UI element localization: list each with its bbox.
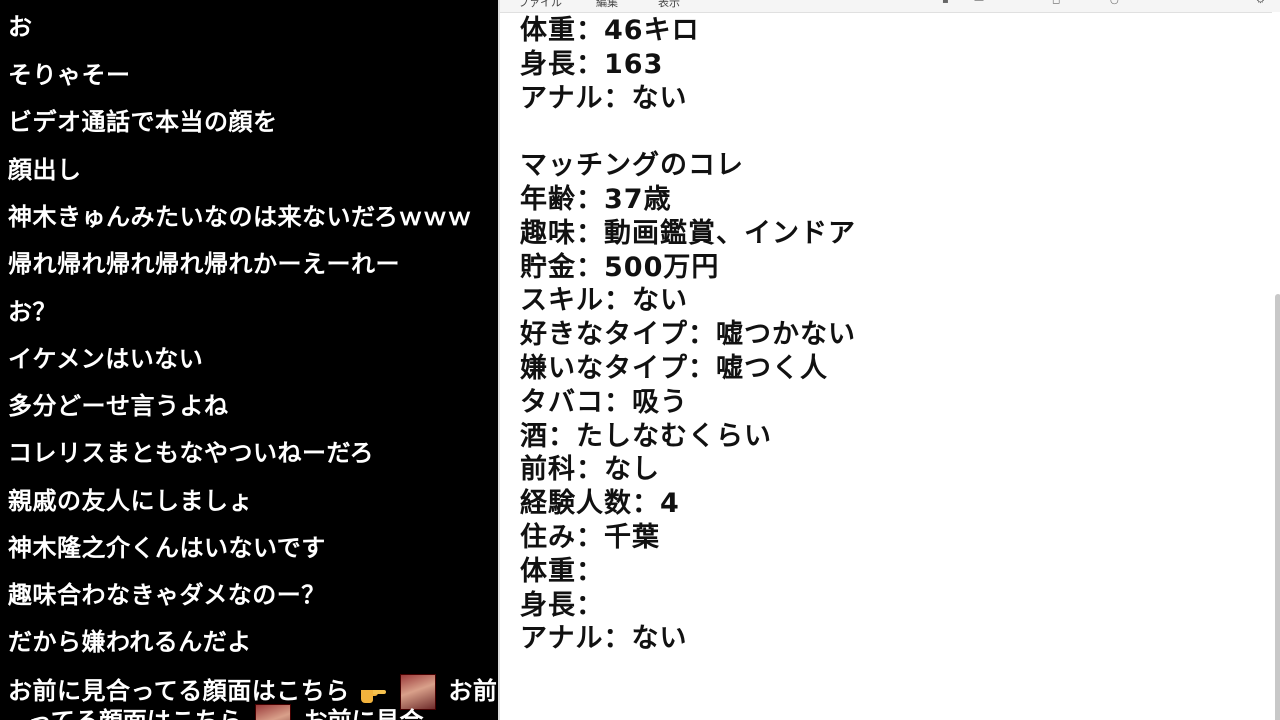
- menu-file[interactable]: ファイル: [518, 0, 562, 10]
- chat-message: イケメンはいない: [8, 345, 204, 373]
- chat-message: 神木きゅんみたいなのは来ないだろｗｗｗ: [8, 203, 473, 231]
- notepad-window: ファイル 編集 表示 ▪ — ◻ ○ ⚙ 体重：46キロ 身長：163 アナル：…: [498, 0, 1280, 720]
- toolbar-icon[interactable]: ○: [1110, 0, 1120, 6]
- chat-message: コレリスまともなやついねーだろ: [8, 439, 375, 467]
- toolbar-icon[interactable]: ▪: [942, 0, 952, 6]
- editor-line: 嫌いなタイプ：嘘つく人: [520, 352, 828, 384]
- menu-view[interactable]: 表示: [658, 0, 680, 10]
- chat-overflow-tail: お前に見合: [304, 707, 424, 720]
- toolbar-icon[interactable]: ◻: [1052, 0, 1062, 6]
- editor-line: アナル：ない: [520, 82, 688, 114]
- editor-line: 趣味：動画鑑賞、インドア: [520, 217, 856, 249]
- editor-line: アナル：ない: [520, 623, 688, 655]
- chat-message: 帰れ帰れ帰れ帰れ帰れかーえーれー: [8, 250, 400, 278]
- editor-line: 体重：: [520, 555, 604, 587]
- editor-line: 体重：46キロ: [520, 15, 700, 46]
- chat-message: 趣味合わなきゃダメなのー？: [8, 581, 326, 609]
- chat-message: 神木隆之介くんはいないです: [8, 534, 326, 562]
- editor-line: タバコ：吸う: [520, 386, 688, 418]
- chat-message: 多分どーせ言うよね: [8, 392, 229, 420]
- menu-bar: ファイル 編集 表示 ▪ — ◻ ○ ⚙: [500, 0, 1280, 13]
- editor-line: 経験人数：4: [520, 488, 680, 520]
- chat-message-text: お前に見合ってる顔面はこちら: [8, 677, 350, 705]
- chat-message: 顔出し: [8, 156, 82, 184]
- editor-line: 住み：千葉: [520, 521, 660, 553]
- chat-overflow-line: ってる顔面はこちら お前に見合: [8, 704, 424, 720]
- editor-line: 身長：: [520, 589, 604, 621]
- toolbar-icon[interactable]: —: [974, 0, 984, 6]
- chat-message: 親戚の友人にしましょ: [8, 487, 253, 515]
- editor-line: 酒：たしなむくらい: [520, 420, 772, 452]
- chat-message-text: お前に: [448, 677, 498, 705]
- chat-message: だから嫌われるんだよ: [8, 628, 252, 656]
- editor-line: 前科：なし: [520, 454, 660, 486]
- editor-line: 好きなタイプ：嘘つかない: [520, 319, 856, 351]
- chat-panel: お そりゃそー ビデオ通話で本当の顔を 顔出し 神木きゅんみたいなのは来ないだろ…: [0, 0, 498, 720]
- text-editor[interactable]: 体重：46キロ 身長：163 アナル：ない マッチングのコレ 年齢：37歳 趣味…: [520, 14, 1268, 656]
- scrollbar-thumb[interactable]: [1275, 294, 1280, 720]
- chat-message: お: [8, 13, 33, 41]
- editor-line: 貯金：500万円: [520, 251, 720, 283]
- chat-message: お？: [8, 298, 57, 326]
- chat-overflow-text: ってる顔面はこちら: [8, 707, 243, 720]
- menu-edit[interactable]: 編集: [596, 0, 618, 10]
- editor-line: 年齢：37歳: [520, 183, 672, 215]
- chat-message: そりゃそー: [8, 61, 131, 89]
- settings-icon[interactable]: ⚙: [1256, 0, 1266, 6]
- pointing-hand-icon: [360, 690, 386, 703]
- vertical-scrollbar[interactable]: [1272, 12, 1280, 720]
- editor-line: スキル：ない: [520, 285, 688, 317]
- editor-line: マッチングのコレ: [520, 150, 744, 182]
- editor-line: 身長：163: [520, 48, 664, 80]
- chat-message: ビデオ通話で本当の顔を: [8, 108, 278, 136]
- face-icon: [255, 704, 292, 720]
